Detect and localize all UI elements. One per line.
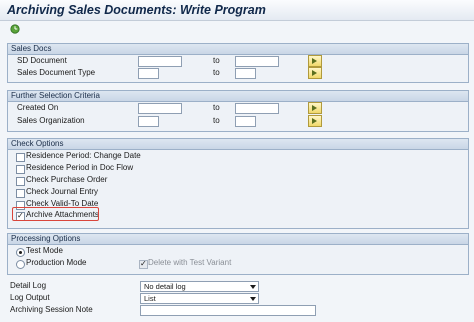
label-production-mode: Production Mode (26, 258, 87, 267)
label-to: to (213, 103, 220, 112)
label-created-on: Created On (17, 103, 59, 112)
label-sales-organization: Sales Organization (17, 116, 85, 125)
group-header-sales-docs: Sales Docs (8, 44, 468, 55)
multiple-selection-arrow-icon[interactable] (308, 115, 322, 127)
label-to: to (213, 116, 220, 125)
created-on-to-input[interactable] (235, 103, 279, 114)
multiple-selection-arrow-icon[interactable] (308, 55, 322, 67)
checkbox-delete-with-test-variant (139, 260, 148, 269)
label-to: to (213, 56, 220, 65)
group-header-processing-options: Processing Options (8, 234, 468, 245)
label-residence-period-change-date: Residence Period: Change Date (26, 151, 141, 160)
label-check-journal-entry: Check Journal Entry (26, 187, 99, 196)
chevron-down-icon (250, 285, 256, 289)
label-archiving-session-note: Archiving Session Note (10, 305, 93, 314)
checkbox-check-purchase-order[interactable] (16, 177, 25, 186)
archiving-session-note-input[interactable] (140, 305, 316, 316)
group-header-further-selection: Further Selection Criteria (8, 91, 468, 102)
sales-org-from-input[interactable] (138, 116, 159, 127)
group-processing-options: Processing Options (7, 233, 469, 275)
label-detail-log: Detail Log (10, 281, 47, 290)
label-sales-document-type: Sales Document Type (17, 68, 96, 77)
created-on-from-input[interactable] (138, 103, 182, 114)
toolbar (0, 21, 474, 37)
checkbox-check-journal-entry[interactable] (16, 189, 25, 198)
sales-org-to-input[interactable] (235, 116, 256, 127)
group-header-check-options: Check Options (8, 139, 468, 150)
detail-log-dropdown[interactable]: No detail log (140, 281, 259, 292)
log-output-dropdown[interactable]: List (140, 293, 259, 304)
label-residence-period-doc-flow: Residence Period in Doc Flow (26, 163, 134, 172)
radio-production-mode[interactable] (16, 260, 25, 269)
sales-doc-type-to-input[interactable] (235, 68, 256, 79)
multiple-selection-arrow-icon[interactable] (308, 67, 322, 79)
sales-doc-type-from-input[interactable] (138, 68, 159, 79)
label-check-purchase-order: Check Purchase Order (26, 175, 108, 184)
page-title: Archiving Sales Documents: Write Program (7, 3, 266, 17)
chevron-down-icon (250, 297, 256, 301)
checkbox-residence-period-change-date[interactable] (16, 153, 25, 162)
label-to: to (213, 68, 220, 77)
highlight-box (12, 207, 99, 221)
sd-document-to-input[interactable] (235, 56, 279, 67)
label-log-output: Log Output (10, 293, 50, 302)
label-test-mode: Test Mode (26, 246, 63, 255)
log-output-value: List (144, 294, 156, 303)
label-delete-with-test-variant: Delete with Test Variant (148, 258, 232, 267)
detail-log-value: No detail log (144, 282, 186, 291)
sd-document-from-input[interactable] (138, 56, 182, 67)
label-sd-document: SD Document (17, 56, 67, 65)
checkbox-residence-period-doc-flow[interactable] (16, 165, 25, 174)
execute-clock-icon[interactable] (10, 24, 20, 34)
multiple-selection-arrow-icon[interactable] (308, 102, 322, 114)
radio-test-mode[interactable] (16, 248, 25, 257)
